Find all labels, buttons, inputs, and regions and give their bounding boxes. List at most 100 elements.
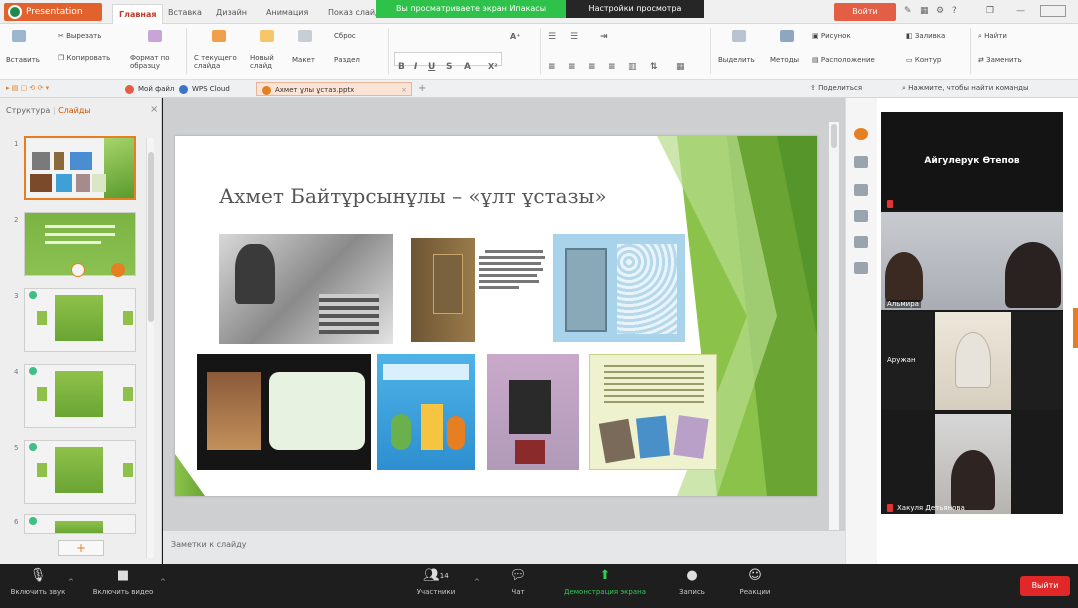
find-button[interactable]: ⌕ Найти	[978, 32, 1007, 41]
replace-button[interactable]: ⇄ Заменить	[978, 56, 1022, 64]
layout-icon[interactable]: ▦	[920, 6, 929, 16]
unmute-button[interactable]: 🎙︎ Включить звук	[10, 568, 66, 596]
new-tab-icon[interactable]: +	[418, 83, 426, 94]
tab-home[interactable]: Главная	[112, 4, 164, 24]
participant-tile[interactable]	[935, 312, 1011, 410]
italic-icon[interactable]: I	[414, 62, 417, 72]
pin-icon[interactable]: ✎	[904, 6, 912, 16]
transition-icon[interactable]	[854, 210, 868, 222]
layout-button[interactable]: Макет	[292, 56, 315, 64]
window-toggle-icon[interactable]	[1040, 5, 1066, 17]
participants-button[interactable]: 👥︎14 Участники	[408, 568, 464, 596]
play-icon[interactable]	[71, 263, 85, 277]
new-slide-button[interactable]: Новый слайд	[250, 54, 284, 70]
from-current-slide-button[interactable]: С текущего слайда	[194, 54, 240, 70]
scrollbar-thumb[interactable]	[148, 152, 154, 322]
arrange-button[interactable]: ▤ Расположение	[812, 56, 875, 64]
format-painter-button[interactable]: Формат по образцу	[130, 54, 174, 70]
align-center-icon[interactable]: ≡	[568, 62, 576, 72]
panel-resize-handle[interactable]	[1073, 308, 1078, 348]
slide-thumbnail-5[interactable]	[24, 440, 136, 504]
grow-font-icon[interactable]: A⁺	[510, 32, 520, 41]
align-left-icon[interactable]: ≡	[548, 62, 556, 72]
bullets-icon[interactable]: ☰	[548, 32, 556, 42]
speaker-tile[interactable]: Айгулерук Өтепов	[881, 112, 1063, 210]
copy-button[interactable]: ❐ Копировать	[58, 54, 110, 62]
animation-icon[interactable]	[854, 156, 868, 168]
tab-animation[interactable]: Анимация	[266, 8, 308, 17]
scrollbar-thumb[interactable]	[831, 124, 837, 148]
strikethrough-icon[interactable]: S	[446, 62, 452, 72]
justify-icon[interactable]: ≡	[608, 62, 616, 72]
columns-icon[interactable]: ▥	[628, 62, 637, 72]
table-icon[interactable]: ▦	[676, 62, 685, 72]
tab-design[interactable]: Дизайн	[216, 8, 247, 17]
select-button[interactable]: Выделить	[718, 56, 755, 64]
add-icon[interactable]	[111, 263, 125, 277]
participant-tile[interactable]	[1011, 312, 1063, 410]
fill-button[interactable]: ◧ Заливка	[906, 32, 945, 40]
drawing-button[interactable]: ▣ Рисунок	[812, 32, 851, 40]
style-icon[interactable]	[854, 184, 868, 196]
slide-thumbnail-2[interactable]	[24, 212, 136, 277]
add-slide-button[interactable]: +	[58, 540, 104, 556]
restore-icon[interactable]: ❐	[986, 6, 994, 16]
leave-meeting-button[interactable]: Выйти	[1020, 576, 1070, 596]
canvas-scrollbar[interactable]	[829, 122, 839, 530]
align-right-icon[interactable]: ≡	[588, 62, 596, 72]
text-direction-icon[interactable]: ⇅	[650, 62, 658, 72]
outline-tab[interactable]: Структура	[6, 106, 50, 115]
tab-wps-cloud[interactable]: WPS Cloud	[174, 82, 238, 96]
outline-button[interactable]: ▭ Контур	[906, 56, 941, 64]
tab-wps-cloud-label: WPS Cloud	[192, 85, 230, 93]
notes-pane[interactable]: Заметки к слайду	[163, 530, 845, 564]
help-icon[interactable]: ?	[952, 6, 957, 16]
font-color-icon[interactable]: A	[464, 62, 471, 72]
reset-button[interactable]: Сброс	[334, 32, 356, 40]
close-icon[interactable]: ×	[401, 83, 407, 97]
chat-button[interactable]: 💬︎ Чат	[500, 568, 536, 596]
share-screen-button[interactable]: ⬆ Демонстрация экрана	[556, 568, 654, 596]
view-settings-button[interactable]: Настройки просмотра	[566, 0, 704, 18]
share-button[interactable]: ⇪ Поделиться	[810, 84, 862, 92]
close-panel-icon[interactable]: ×	[150, 104, 158, 115]
bold-icon[interactable]: B	[398, 62, 405, 72]
tab-insert[interactable]: Вставка	[168, 8, 202, 17]
reactions-button[interactable]: ☺ Реакции	[730, 568, 780, 596]
format-icon[interactable]	[854, 236, 868, 248]
superscript-icon[interactable]: X²	[488, 62, 498, 71]
participant-tile[interactable]	[935, 414, 1011, 514]
cut-button[interactable]: ✂ Вырезать	[58, 32, 101, 40]
indent-icon[interactable]: ⇥	[600, 32, 608, 42]
paste-button[interactable]: Вставить	[6, 56, 40, 64]
slides-scrollbar[interactable]	[146, 138, 154, 558]
section-button[interactable]: Раздел	[334, 56, 360, 64]
numbering-icon[interactable]: ☰	[570, 32, 578, 42]
slide-thumbnail-4[interactable]	[24, 364, 136, 428]
start-video-button[interactable]: ■ Включить видео	[88, 568, 158, 596]
slide-thumbnail-6[interactable]	[24, 514, 136, 534]
slide-title[interactable]: Ахмет Байтұрсынұлы – «ұлт ұстазы»	[219, 184, 607, 208]
tab-current-file[interactable]: Ахмет ұлы ұстаз.pptx ×	[256, 82, 412, 96]
slides-tab[interactable]: Слайды	[58, 106, 91, 115]
minimize-icon[interactable]: —	[1016, 6, 1025, 16]
methods-button[interactable]: Методы	[770, 56, 799, 64]
underline-icon[interactable]: U	[428, 62, 435, 72]
properties-icon[interactable]	[854, 128, 868, 140]
settings-icon[interactable]: ⚙	[936, 6, 944, 16]
participant-tile[interactable]: Альмира	[881, 212, 1063, 310]
chevron-up-icon[interactable]: ^	[68, 578, 74, 586]
slide-thumbnail-1[interactable]	[24, 136, 136, 200]
record-button[interactable]: ● Запись	[670, 568, 714, 596]
quick-access-icons[interactable]: ▸ ▤ ▢ ⟲ ⟳ ▾	[6, 84, 49, 92]
participant-tile[interactable]: Аружан	[881, 312, 933, 410]
tab-slideshow[interactable]: Показ слайд	[328, 8, 381, 17]
app-menu-button[interactable]: Presentation	[4, 3, 102, 21]
command-search[interactable]: ⌕ Нажмите, чтобы найти команды	[902, 84, 1029, 93]
chevron-up-icon[interactable]: ^	[474, 578, 480, 586]
slide-thumbnail-3[interactable]	[24, 288, 136, 352]
current-slide[interactable]: Ахмет Байтұрсынұлы – «ұлт ұстазы»	[175, 136, 817, 496]
backup-icon[interactable]	[854, 262, 868, 274]
login-button[interactable]: Войти	[834, 3, 896, 21]
chevron-up-icon[interactable]: ^	[160, 578, 166, 586]
